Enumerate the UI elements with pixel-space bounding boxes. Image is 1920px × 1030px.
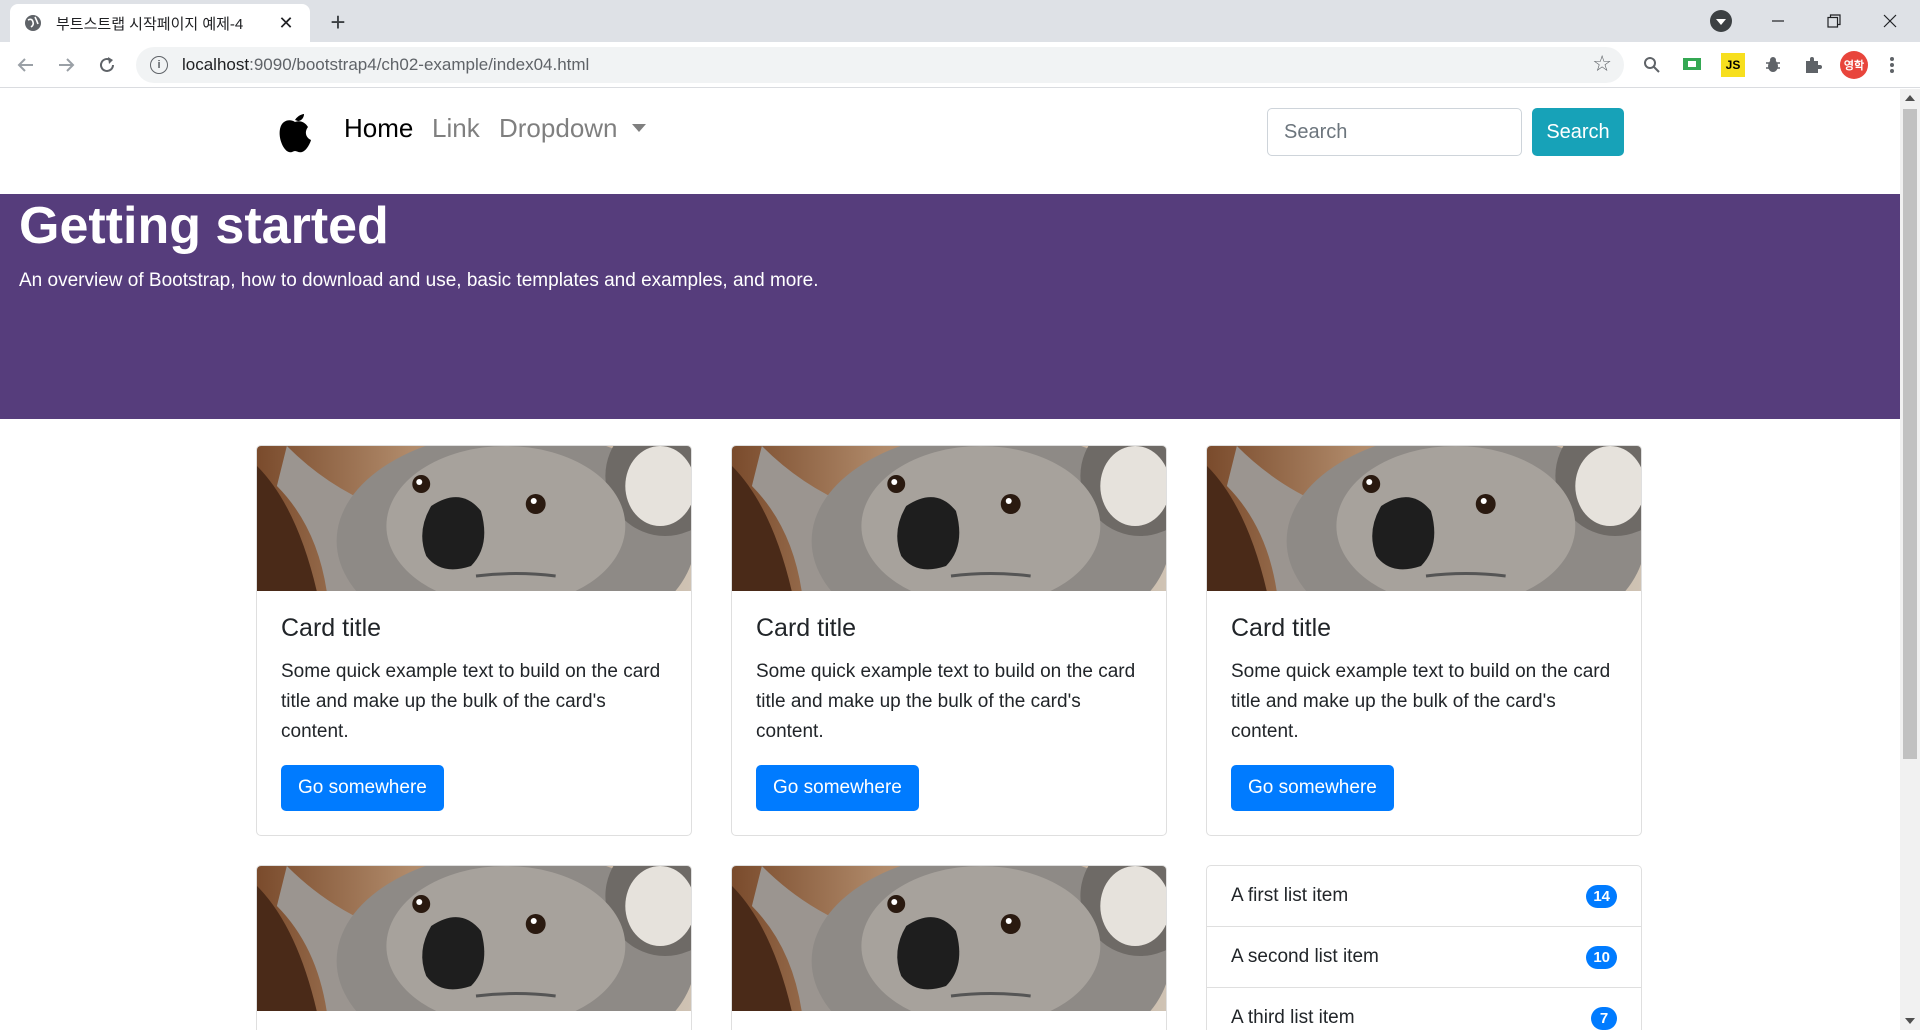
extension-bug-icon[interactable]	[1761, 53, 1785, 77]
extension-screen-icon[interactable]	[1680, 53, 1704, 77]
list-item[interactable]: A first list item 14	[1207, 866, 1641, 927]
scrollbar-thumb[interactable]	[1903, 109, 1917, 759]
url-text: localhost:9090/bootstrap4/ch02-example/i…	[182, 55, 590, 74]
tab-search-icon[interactable]	[1710, 10, 1732, 32]
profile-avatar[interactable]: 영학	[1840, 51, 1868, 79]
count-badge: 7	[1591, 1006, 1617, 1030]
apple-logo-icon[interactable]	[274, 107, 316, 155]
koala-image	[257, 446, 691, 591]
browser-toolbar: i localhost:9090/bootstrap4/ch02-example…	[0, 42, 1920, 88]
browser-tab[interactable]: 부트스트랩 시작페이지 예제-4 ✕	[10, 4, 310, 42]
card-title: Card title	[1231, 614, 1332, 642]
new-tab-button[interactable]: +	[322, 6, 354, 38]
card-title: Card title	[756, 614, 857, 642]
chrome-menu-icon[interactable]	[1880, 53, 1904, 77]
count-badge: 10	[1586, 945, 1617, 969]
card: Card title Some quick example text to bu…	[731, 445, 1167, 836]
address-bar[interactable]: i localhost:9090/bootstrap4/ch02-example…	[136, 47, 1624, 83]
list-item-label: A third list item	[1231, 1007, 1355, 1028]
card: Card title Some quick example text to bu…	[1206, 445, 1642, 836]
list-item-label: A second list item	[1231, 946, 1379, 967]
koala-image	[1207, 446, 1641, 591]
site-navbar: Home Link Dropdown Search	[0, 89, 1900, 193]
extensions-puzzle-icon[interactable]	[1801, 53, 1825, 77]
go-somewhere-button[interactable]: Go somewhere	[756, 765, 919, 811]
count-badge: 14	[1586, 884, 1617, 908]
list-item[interactable]: A third list item 7	[1207, 988, 1641, 1030]
search-input[interactable]	[1267, 108, 1522, 156]
forward-icon[interactable]	[50, 49, 82, 81]
card-title: Card title	[281, 614, 382, 642]
reload-icon[interactable]	[91, 49, 123, 81]
card	[731, 865, 1167, 1030]
scroll-down-icon[interactable]	[1905, 1018, 1915, 1024]
jumbotron: Getting started An overview of Bootstrap…	[0, 194, 1900, 419]
koala-image	[732, 446, 1166, 591]
extension-js-icon[interactable]: JS	[1721, 53, 1745, 77]
restore-icon[interactable]	[1806, 0, 1862, 42]
globe-icon	[25, 15, 41, 31]
extension-search-icon[interactable]	[1640, 53, 1664, 77]
bookmark-star-icon[interactable]: ☆	[1592, 53, 1612, 75]
list-item[interactable]: A second list item 10	[1207, 927, 1641, 988]
jumbotron-title: Getting started	[19, 197, 389, 255]
card	[256, 865, 692, 1030]
minimize-icon[interactable]	[1750, 0, 1806, 42]
page-scrollbar[interactable]	[1900, 89, 1920, 1030]
search-button[interactable]: Search	[1532, 108, 1624, 156]
scroll-up-icon[interactable]	[1905, 95, 1915, 101]
card: Card title Some quick example text to bu…	[256, 445, 692, 836]
koala-image	[257, 866, 691, 1011]
card-text: Some quick example text to build on the …	[281, 661, 661, 742]
back-icon[interactable]	[10, 49, 42, 81]
list-item-label: A first list item	[1231, 885, 1349, 906]
nav-link-home[interactable]: Home	[344, 111, 413, 145]
card-text: Some quick example text to build on the …	[1231, 661, 1611, 742]
go-somewhere-button[interactable]: Go somewhere	[1231, 765, 1394, 811]
nav-dropdown[interactable]: Dropdown	[499, 111, 646, 145]
koala-image	[732, 866, 1166, 1011]
caret-down-icon	[631, 124, 646, 132]
page-viewport: Home Link Dropdown Search Getting starte…	[0, 89, 1900, 1030]
site-info-icon[interactable]: i	[150, 56, 168, 74]
close-window-icon[interactable]	[1862, 0, 1918, 42]
browser-tabstrip: 부트스트랩 시작페이지 예제-4 ✕ +	[0, 0, 1920, 42]
nav-dropdown-label: Dropdown	[499, 113, 618, 143]
tab-title: 부트스트랩 시작페이지 예제-4	[56, 15, 244, 33]
go-somewhere-button[interactable]: Go somewhere	[281, 765, 444, 811]
jumbotron-lead: An overview of Bootstrap, how to downloa…	[19, 270, 819, 291]
tab-close-icon[interactable]: ✕	[276, 13, 296, 34]
nav-link-link[interactable]: Link	[432, 111, 480, 145]
list-group: A first list item 14 A second list item …	[1206, 865, 1642, 1030]
card-text: Some quick example text to build on the …	[756, 661, 1136, 742]
